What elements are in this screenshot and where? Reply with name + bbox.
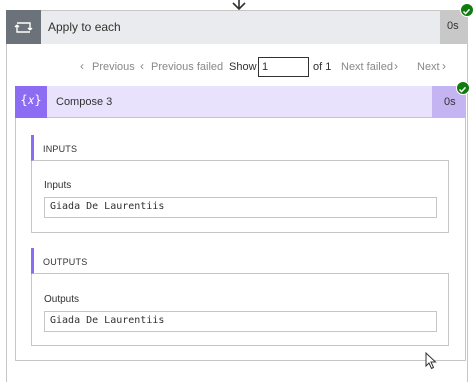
outputs-field-label: Outputs bbox=[44, 294, 80, 305]
previous-failed-button[interactable]: Previous failed bbox=[151, 61, 223, 73]
mouse-cursor-icon bbox=[425, 352, 437, 370]
outputs-value: Giada De Laurentiis bbox=[50, 315, 165, 326]
next-button[interactable]: Next bbox=[417, 61, 440, 73]
apply-to-each-icon-box bbox=[6, 10, 41, 44]
compose-duration: 0s bbox=[444, 96, 456, 108]
apply-to-each-duration: 0s bbox=[447, 20, 459, 32]
chevron-right-icon[interactable]: › bbox=[394, 59, 398, 73]
inputs-section-header[interactable] bbox=[31, 135, 449, 161]
outputs-section-header[interactable] bbox=[31, 248, 449, 274]
chevron-left-icon[interactable]: ‹ bbox=[140, 59, 144, 73]
previous-button[interactable]: Previous bbox=[92, 61, 135, 73]
inputs-field-label: Inputs bbox=[44, 180, 72, 191]
inputs-value: Giada De Laurentiis bbox=[50, 201, 165, 212]
page-count-label: of 1 bbox=[313, 61, 332, 73]
chevron-left-icon[interactable]: ‹ bbox=[80, 59, 84, 73]
inputs-section-title: INPUTS bbox=[43, 144, 78, 154]
page-number-input[interactable] bbox=[258, 57, 309, 77]
checkmark-icon bbox=[456, 81, 470, 95]
loop-icon bbox=[14, 22, 33, 33]
compose-icon: {𝑥} bbox=[20, 93, 42, 107]
show-label: Show bbox=[229, 61, 257, 73]
checkmark-icon bbox=[460, 3, 474, 17]
apply-to-each-title: Apply to each bbox=[48, 20, 121, 34]
chevron-right-icon[interactable]: › bbox=[442, 59, 446, 73]
next-failed-button[interactable]: Next failed bbox=[341, 61, 393, 73]
compose-title: Compose 3 bbox=[56, 96, 113, 108]
outputs-section-title: OUTPUTS bbox=[43, 257, 88, 267]
